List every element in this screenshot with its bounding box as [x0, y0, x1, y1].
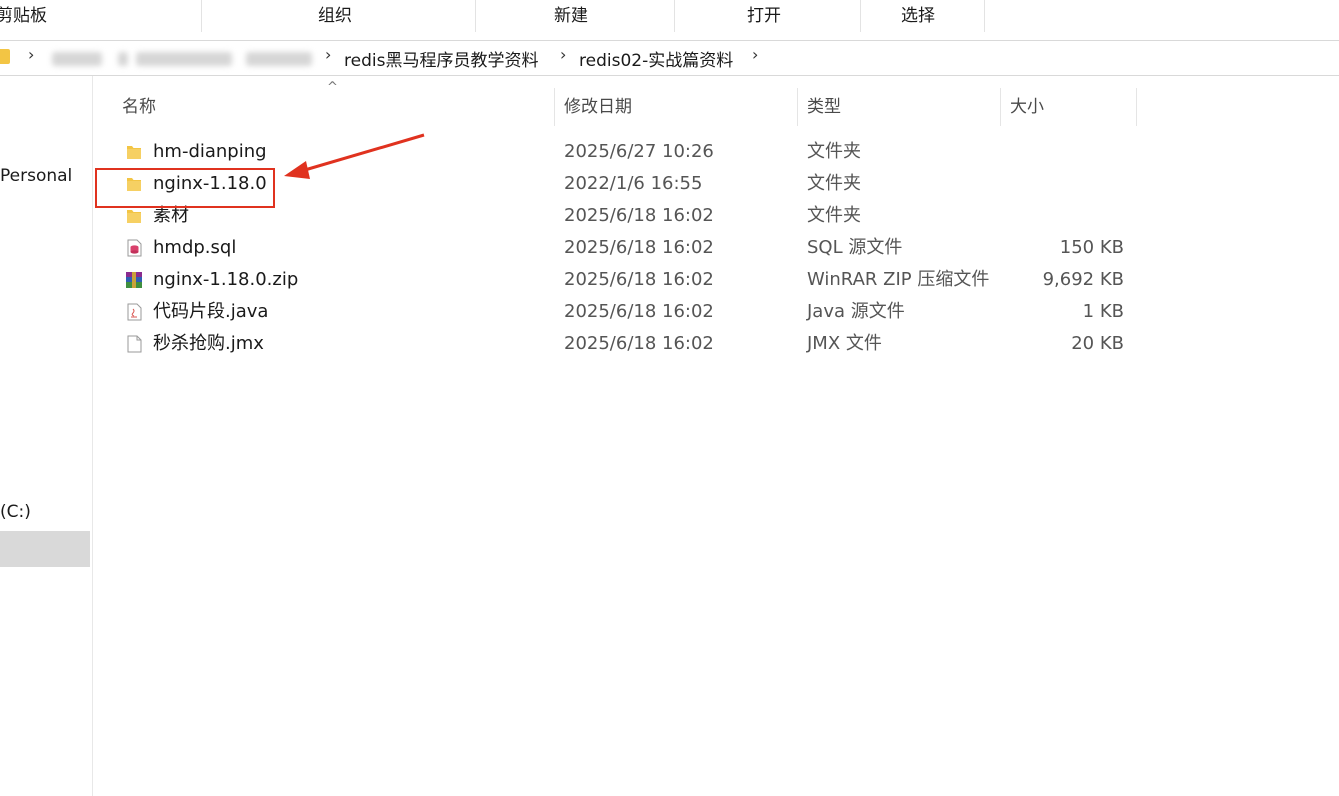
ribbon-select-label: 选择	[901, 6, 935, 26]
chevron-right-icon: ›	[560, 45, 567, 64]
address-bar[interactable]: › › redis黑马程序员教学资料 › redis02-实战篇资料 ›	[0, 40, 1339, 76]
file-date: 2025/6/18 16:02	[564, 333, 714, 354]
file-date: 2025/6/18 16:02	[564, 269, 714, 290]
ribbon-clipboard-label: 剪贴板	[0, 6, 47, 26]
nav-item-c-drive[interactable]: (C:)	[0, 502, 31, 522]
column-header-name-label: 名称	[122, 97, 156, 117]
chevron-right-icon[interactable]: ›	[752, 45, 758, 64]
blurred-crumb	[118, 52, 128, 66]
chevron-right-icon: ›	[325, 45, 332, 64]
navigation-pane[interactable]: Personal (C:)	[0, 76, 93, 796]
file-type: 文件夹	[807, 173, 861, 194]
java-file-icon	[127, 303, 142, 321]
ribbon-new-label: 新建	[554, 6, 588, 26]
column-header-name[interactable]: 名称	[96, 88, 555, 126]
column-header-size[interactable]: 大小	[1001, 88, 1137, 126]
ribbon: 剪贴板 组织 新建 打开 选择	[0, 0, 1339, 32]
file-type: JMX 文件	[807, 333, 882, 354]
blurred-crumb	[52, 52, 102, 66]
file-row[interactable]: hmdp.sql 2025/6/18 16:02 SQL 源文件 150 KB	[96, 232, 1136, 264]
column-header-date[interactable]: 修改日期	[555, 88, 798, 126]
file-size	[1024, 136, 1124, 168]
annotation-arrow-icon	[284, 133, 425, 179]
breadcrumb-redis02[interactable]: redis02-实战篇资料	[579, 46, 733, 71]
file-date: 2022/1/6 16:55	[564, 173, 703, 194]
file-size	[1024, 168, 1124, 200]
ribbon-group-open[interactable]: 打开	[675, 0, 861, 32]
winrar-zip-icon	[126, 272, 142, 288]
file-size: 150 KB	[1059, 237, 1124, 258]
nav-item-personal[interactable]: Personal	[0, 166, 72, 186]
breadcrumb-redis-materials[interactable]: redis黑马程序员教学资料	[344, 46, 538, 71]
column-header-type[interactable]: 类型	[798, 88, 1001, 126]
file-row[interactable]: 秒杀抢购.jmx 2025/6/18 16:02 JMX 文件 20 KB	[96, 328, 1136, 360]
blank-file-icon	[127, 335, 142, 353]
file-name: nginx-1.18.0.zip	[153, 269, 299, 290]
file-name: hm-dianping	[153, 141, 267, 162]
ribbon-group-organize[interactable]: 组织	[202, 0, 476, 32]
file-date: 2025/6/18 16:02	[564, 237, 714, 258]
file-date: 2025/6/18 16:02	[564, 301, 714, 322]
file-name: 代码片段.java	[153, 301, 269, 322]
folder-icon	[0, 49, 10, 64]
ribbon-group-clipboard[interactable]: 剪贴板	[0, 0, 202, 32]
file-row[interactable]: hm-dianping 2025/6/27 10:26 文件夹	[96, 136, 1136, 168]
column-header-date-label: 修改日期	[564, 97, 632, 117]
file-size: 1 KB	[1082, 301, 1124, 322]
ribbon-group-new[interactable]: 新建	[476, 0, 675, 32]
file-date: 2025/6/27 10:26	[564, 141, 714, 162]
column-header-type-label: 类型	[807, 97, 841, 117]
file-type: Java 源文件	[807, 301, 905, 322]
column-header-size-label: 大小	[1010, 97, 1044, 117]
folder-icon	[127, 210, 141, 223]
file-type: 文件夹	[807, 205, 861, 226]
chevron-right-icon: ›	[28, 45, 35, 64]
sql-file-icon	[127, 239, 142, 257]
ribbon-open-label: 打开	[747, 6, 781, 26]
file-size	[1024, 200, 1124, 232]
file-type: SQL 源文件	[807, 237, 903, 258]
file-type: WinRAR ZIP 压缩文件	[807, 269, 990, 290]
blurred-crumb	[246, 52, 312, 66]
folder-icon	[127, 146, 141, 159]
file-date: 2025/6/18 16:02	[564, 205, 714, 226]
blurred-crumb	[136, 52, 232, 66]
file-name: hmdp.sql	[153, 237, 237, 258]
file-row[interactable]: nginx-1.18.0.zip 2025/6/18 16:02 WinRAR …	[96, 264, 1136, 296]
file-size: 20 KB	[1071, 333, 1124, 354]
annotation-highlight-box	[95, 168, 275, 208]
ribbon-group-select[interactable]: 选择	[861, 0, 985, 32]
file-type: 文件夹	[807, 141, 861, 162]
ribbon-organize-label: 组织	[318, 6, 352, 26]
file-name: 秒杀抢购.jmx	[153, 333, 264, 354]
nav-item-selected[interactable]	[0, 531, 90, 567]
file-size: 9,692 KB	[1042, 269, 1124, 290]
file-row[interactable]: 代码片段.java 2025/6/18 16:02 Java 源文件 1 KB	[96, 296, 1136, 328]
